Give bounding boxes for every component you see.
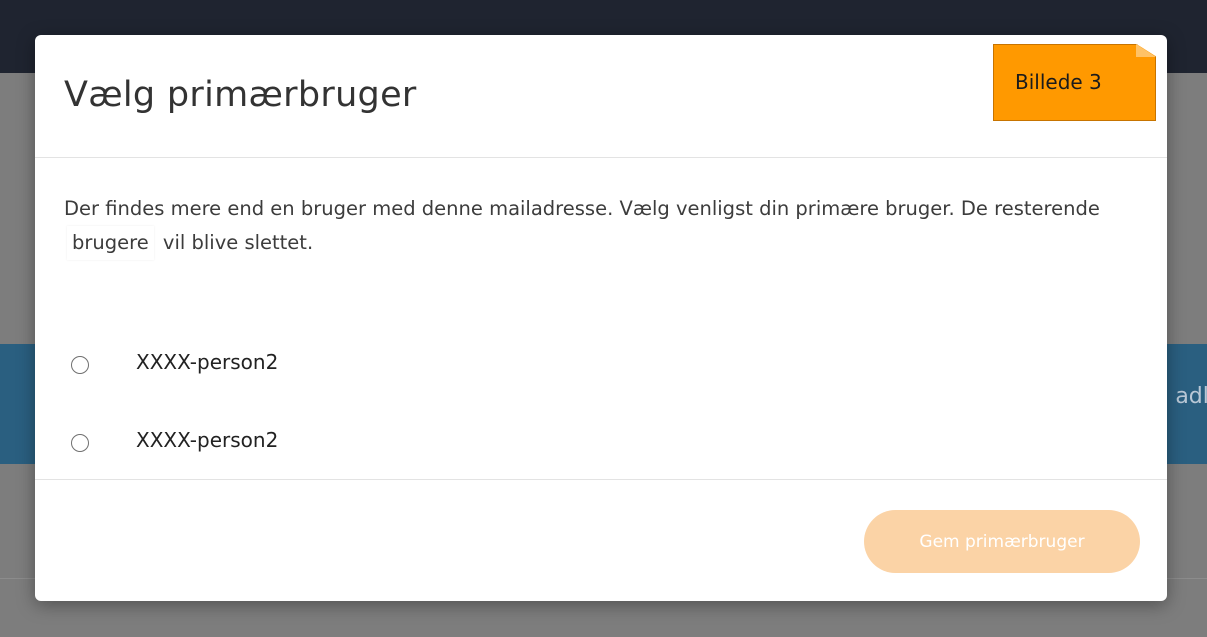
description-text-start: Der findes mere end en bruger med denne …	[64, 197, 1100, 220]
user-option-1[interactable]: XXXX-person2	[71, 346, 471, 386]
user-option-2[interactable]: XXXX-person2	[71, 424, 471, 464]
save-primary-user-button[interactable]: Gem primærbruger	[864, 510, 1140, 573]
radio-unchecked-icon[interactable]	[71, 356, 89, 374]
background-banner-text: adli	[1175, 384, 1207, 409]
dialog-description: Der findes mere end en bruger med denne …	[64, 192, 1144, 260]
dialog-body: Der findes mere end en bruger med denne …	[35, 158, 1167, 479]
description-text-end: vil blive slettet.	[162, 231, 314, 254]
dialog-title: Vælg primærbruger	[64, 75, 417, 115]
select-primary-user-dialog: Vælg primærbruger Billede 3 Der findes m…	[35, 35, 1167, 601]
image-tag-label: Billede 3	[1015, 70, 1102, 94]
user-option-label[interactable]: XXXX-person2	[136, 350, 278, 374]
user-option-label[interactable]: XXXX-person2	[136, 428, 278, 452]
radio-unchecked-icon[interactable]	[71, 434, 89, 452]
dialog-footer: Gem primærbruger	[35, 479, 1167, 601]
dialog-header: Vælg primærbruger Billede 3	[35, 35, 1167, 158]
description-highlight: brugere	[67, 226, 154, 260]
